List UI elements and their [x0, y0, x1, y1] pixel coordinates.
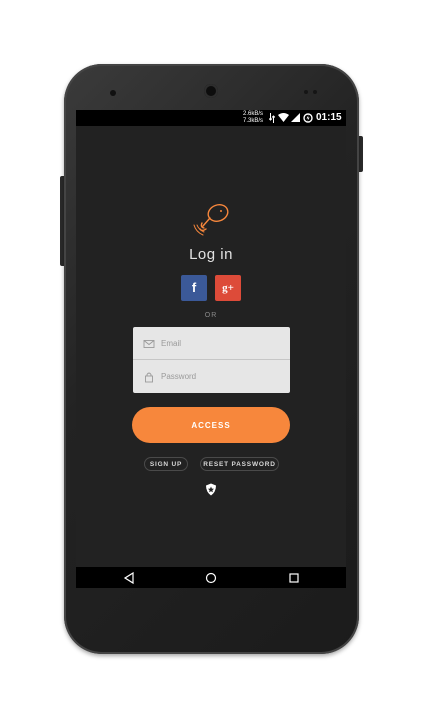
power-button — [359, 136, 363, 172]
lock-icon — [145, 372, 153, 383]
home-icon[interactable] — [204, 571, 218, 585]
envelope-icon — [143, 340, 155, 348]
upload-speed: 2.6kB/s — [243, 111, 264, 117]
network-speed: 2.6kB/s 7.3kB/s — [243, 111, 263, 125]
wifi-icon — [278, 113, 289, 122]
password-input[interactable] — [159, 368, 284, 385]
email-field — [133, 327, 290, 360]
sensor-dot — [304, 90, 308, 94]
battery-charging-icon — [303, 113, 313, 123]
earpiece-dot — [110, 90, 116, 96]
back-icon[interactable] — [122, 571, 136, 585]
status-bar: 2.6kB/s 7.3kB/s 01:15 — [76, 110, 346, 126]
access-button[interactable]: ACCESS — [132, 407, 290, 443]
sensor-dot — [313, 90, 317, 94]
recent-apps-icon[interactable] — [287, 571, 301, 585]
clock: 01:15 — [316, 112, 342, 123]
auth0-shield-icon — [206, 483, 216, 496]
facebook-login-button[interactable]: f — [181, 275, 207, 301]
navigation-bar — [76, 567, 346, 588]
page-title: Log in — [189, 246, 233, 263]
sign-up-button[interactable]: SIGN UP — [144, 457, 188, 471]
chicken-drumstick-icon — [193, 204, 229, 236]
login-form — [133, 327, 290, 393]
password-field — [133, 360, 290, 393]
front-camera — [204, 84, 218, 98]
phone-screen: 2.6kB/s 7.3kB/s 01:15 Log in f g+ OR Ema… — [76, 110, 346, 588]
reset-password-button[interactable]: RESET PASSWORD — [200, 457, 279, 471]
google-plus-login-button[interactable]: g+ — [215, 275, 241, 301]
download-speed: 7.3kB/s — [243, 118, 264, 124]
cell-signal-icon — [291, 113, 300, 122]
data-transfer-icon — [269, 113, 275, 123]
email-input[interactable] — [159, 335, 284, 352]
or-divider: OR — [204, 312, 218, 319]
